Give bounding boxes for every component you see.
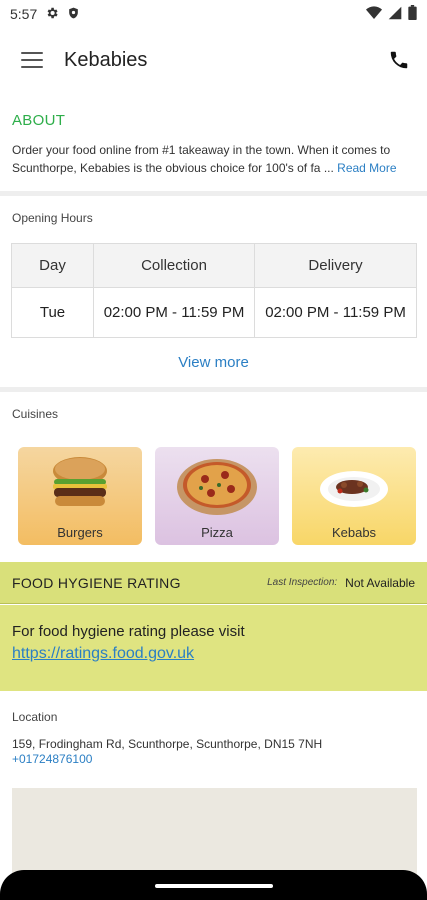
kebab-plate-icon: [320, 471, 388, 507]
menu-button[interactable]: [0, 36, 64, 84]
app-bar: Kebabies: [0, 36, 427, 84]
shield-icon: [67, 6, 80, 23]
hygiene-rating-text: For food hygiene rating please visit: [12, 623, 245, 640]
page-title: Kebabies: [64, 48, 148, 71]
section-divider: [0, 387, 427, 392]
about-title: ABOUT: [12, 112, 66, 129]
location-label: Location: [12, 710, 58, 724]
cuisine-label-burgers: Burgers: [57, 525, 103, 540]
opening-hours-table: Day Collection Delivery Tue 02:00 PM - 1…: [11, 243, 417, 338]
hamburger-menu-icon: [21, 52, 43, 68]
cuisines-list: Burgers Pizza Kebabs: [18, 447, 416, 545]
opening-hours-label: Opening Hours: [12, 211, 93, 225]
section-divider: [0, 191, 427, 196]
hygiene-rating-title: FOOD HYGIENE RATING: [12, 574, 181, 591]
last-inspection-label: Last Inspection:: [267, 577, 338, 588]
burger-icon: [53, 457, 107, 506]
read-more-link[interactable]: Read More: [337, 161, 396, 175]
day-cell: Tue: [11, 287, 94, 338]
cuisines-label: Cuisines: [12, 407, 59, 421]
last-inspection: Last Inspection: Not Available: [267, 576, 415, 590]
about-description: Order your food online from #1 takeaway …: [12, 141, 418, 177]
status-time: 5:57: [10, 6, 38, 22]
table-row: Tue 02:00 PM - 11:59 PM 02:00 PM - 11:59…: [11, 287, 417, 338]
cuisine-card-kebabs[interactable]: Kebabs: [292, 447, 416, 545]
home-gesture-handle[interactable]: [155, 884, 273, 888]
column-header-delivery: Delivery: [254, 243, 417, 288]
call-button[interactable]: [371, 36, 427, 84]
delivery-hours-cell: 02:00 PM - 11:59 PM: [254, 287, 417, 338]
hygiene-rating-body: For food hygiene rating please visit htt…: [0, 605, 427, 691]
settings-gear-icon: [45, 6, 59, 23]
about-text: Order your food online from #1 takeaway …: [12, 143, 391, 175]
battery-icon: [408, 5, 417, 23]
hygiene-ratings-link[interactable]: https://ratings.food.gov.uk: [12, 645, 194, 663]
cuisine-card-pizza[interactable]: Pizza: [155, 447, 279, 545]
pizza-icon: [177, 459, 257, 515]
cuisine-card-burgers[interactable]: Burgers: [18, 447, 142, 545]
column-header-day: Day: [11, 243, 94, 288]
wifi-icon: [366, 5, 382, 23]
location-address: 159, Frodingham Rd, Scunthorpe, Scunthor…: [12, 737, 323, 751]
last-inspection-value: Not Available: [345, 575, 415, 590]
column-header-collection: Collection: [93, 243, 255, 288]
gesture-navigation-bar: [0, 870, 427, 900]
location-phone-link[interactable]: +01724876100: [12, 752, 92, 766]
hygiene-rating-header: FOOD HYGIENE RATING Last Inspection: Not…: [0, 562, 427, 604]
phone-icon: [390, 51, 408, 69]
cuisine-label-kebabs: Kebabs: [331, 525, 377, 540]
status-bar: 5:57: [0, 0, 427, 28]
collection-hours-cell: 02:00 PM - 11:59 PM: [93, 287, 255, 338]
signal-icon: [388, 6, 402, 23]
cuisine-label-pizza: Pizza: [201, 525, 233, 540]
view-more-link[interactable]: View more: [0, 354, 427, 371]
about-section: ABOUT Order your food online from #1 tak…: [12, 112, 418, 177]
